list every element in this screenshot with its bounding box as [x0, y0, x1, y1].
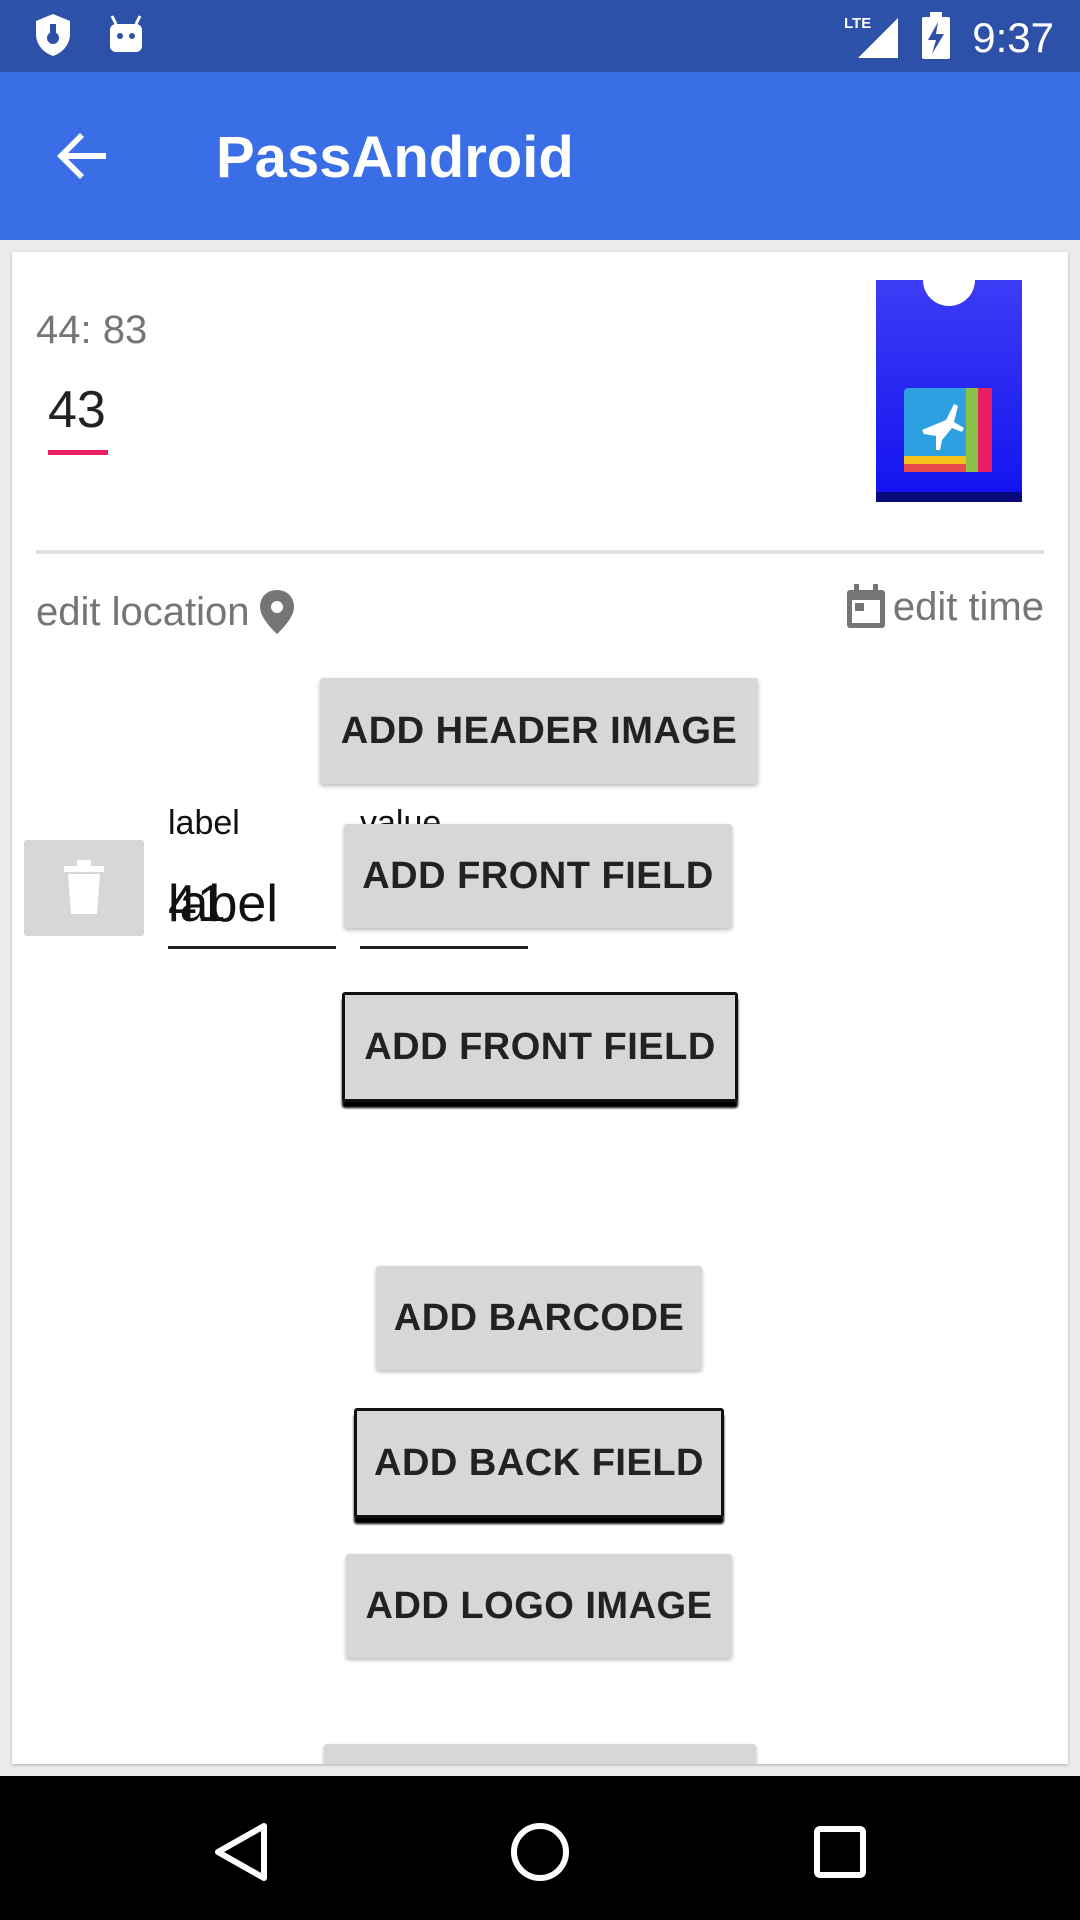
field-value-underline	[360, 946, 528, 949]
app-bar: PassAndroid	[0, 72, 1080, 240]
signal-icon: LTE	[844, 14, 900, 65]
add-front-field-button[interactable]: ADD FRONT FIELD	[344, 824, 732, 928]
add-header-image-button[interactable]: ADD HEADER IMAGE	[320, 678, 758, 784]
location-pin-icon	[260, 590, 295, 634]
shield-icon	[32, 12, 74, 63]
app-title: PassAndroid	[216, 125, 574, 190]
status-bar: LTE 9:37	[0, 0, 1080, 72]
arrow-back-icon	[57, 133, 106, 179]
field-label-caption: label	[168, 804, 240, 842]
edit-time-link[interactable]: edit time	[843, 582, 1044, 632]
field-label-underline	[168, 946, 336, 949]
back-button[interactable]	[44, 116, 124, 196]
add-barcode-button[interactable]: ADD BARCODE	[376, 1266, 702, 1370]
nav-back-button[interactable]	[202, 1812, 282, 1892]
android-icon	[106, 12, 146, 61]
pass-edit-card: 44: 83 43 edit location edit time ADD HE…	[12, 252, 1068, 1764]
edit-time-label: edit time	[892, 584, 1044, 629]
section-divider	[36, 550, 1044, 554]
delete-field-button[interactable]	[24, 840, 144, 936]
navigation-bar	[0, 1776, 1080, 1920]
edit-location-label: edit location	[36, 589, 250, 634]
screen: LTE 9:37 PassAndroid 44: 83 43 edit loca…	[0, 0, 1080, 1920]
add-front-field-button-pressed[interactable]: ADD FRONT FIELD	[342, 992, 738, 1102]
square-recents-icon	[814, 1826, 866, 1878]
trash-icon	[64, 860, 104, 914]
network-type: LTE	[844, 15, 871, 32]
nav-recents-button[interactable]	[800, 1812, 880, 1892]
nav-home-button[interactable]	[500, 1812, 580, 1892]
field-label-overlap-text: 41	[168, 875, 226, 933]
next-button-partial[interactable]	[324, 1744, 756, 1764]
value-focus-underline	[48, 450, 108, 455]
calendar-icon	[846, 584, 885, 628]
airplane-pass-icon[interactable]	[876, 254, 1022, 502]
add-back-field-button[interactable]: ADD BACK FIELD	[354, 1408, 724, 1518]
pass-field-value[interactable]: 43	[48, 380, 106, 440]
circle-home-icon	[511, 1823, 569, 1881]
add-logo-image-button[interactable]: ADD LOGO IMAGE	[346, 1554, 732, 1658]
edit-location-link[interactable]: edit location	[36, 588, 297, 636]
triangle-back-icon	[215, 1823, 267, 1881]
pass-field-label: 44: 83	[36, 308, 148, 352]
clock: 9:37	[972, 14, 1054, 61]
battery-charging-icon	[920, 12, 952, 65]
